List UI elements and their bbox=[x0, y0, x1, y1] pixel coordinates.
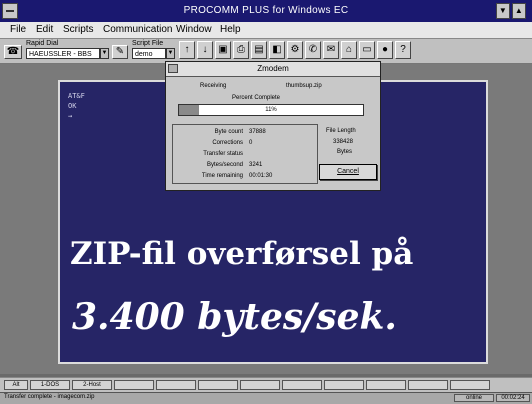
function-key-bar: Alt 1-DOS 2-Host bbox=[0, 377, 532, 392]
status-message: Transfer complete - imagecom.zip bbox=[4, 394, 95, 400]
window-title: PROCOMM PLUS for Windows EC bbox=[183, 5, 349, 16]
menu-file[interactable]: File bbox=[10, 24, 26, 35]
menu-bar: File Edit Scripts Communication Window H… bbox=[0, 22, 532, 39]
clock: 00:02:24 bbox=[496, 394, 530, 402]
fkey-9[interactable] bbox=[366, 380, 406, 390]
host-icon[interactable]: ⌂ bbox=[341, 41, 357, 59]
phone-icon[interactable]: ☎ bbox=[4, 45, 22, 59]
stat-label: Byte count bbox=[214, 129, 243, 135]
chevron-down-icon[interactable]: ▼ bbox=[166, 48, 175, 59]
caption-line-2: 3.400 bytes/sek. bbox=[72, 296, 397, 338]
chevron-down-icon[interactable]: ▼ bbox=[100, 48, 109, 59]
maximize-button[interactable]: ▲ bbox=[512, 3, 526, 19]
stat-label: Time remaining bbox=[201, 173, 243, 179]
file-length-value: 338428 bbox=[333, 139, 354, 145]
fkey-8[interactable] bbox=[324, 380, 364, 390]
stat-value: 00:01:30 bbox=[249, 173, 273, 179]
transfer-mode: Receiving bbox=[200, 83, 227, 89]
file-length-unit: Bytes bbox=[337, 149, 353, 155]
fkey-1[interactable]: 1-DOS bbox=[30, 380, 70, 390]
dialog-system-menu-icon[interactable] bbox=[168, 64, 178, 73]
clipboard-icon[interactable]: ▤ bbox=[251, 41, 267, 59]
progress-bar: 11% bbox=[178, 104, 364, 116]
menu-window[interactable]: Window bbox=[176, 24, 212, 35]
fkey-6[interactable] bbox=[240, 380, 280, 390]
status-bar: Transfer complete - imagecom.zip online … bbox=[0, 392, 532, 404]
minimize-button[interactable]: ▼ bbox=[496, 3, 510, 19]
menu-edit[interactable]: Edit bbox=[36, 24, 53, 35]
dialog-title: Zmodem bbox=[257, 64, 289, 73]
rapid-dial-select[interactable]: HAEUSSLER - BBS bbox=[26, 48, 100, 59]
progress-percent: 11% bbox=[265, 107, 277, 113]
fkey-5[interactable] bbox=[198, 380, 238, 390]
transfer-filename: thumbsup.zip bbox=[286, 83, 322, 89]
rapid-dial-label: Rapid Dial bbox=[26, 40, 59, 47]
fkey-10[interactable] bbox=[408, 380, 448, 390]
send-file-icon[interactable]: ↑ bbox=[179, 41, 195, 59]
chat-icon[interactable]: ✉ bbox=[323, 41, 339, 59]
stat-value: 37888 bbox=[249, 129, 266, 135]
record-icon[interactable]: ● bbox=[377, 41, 393, 59]
percent-complete-label: Percent Complete bbox=[232, 95, 281, 101]
online-indicator: online bbox=[454, 394, 494, 402]
terminal-icon[interactable]: ▭ bbox=[359, 41, 375, 59]
fkey-7[interactable] bbox=[282, 380, 322, 390]
menu-scripts[interactable]: Scripts bbox=[63, 24, 94, 35]
fkey-alt[interactable]: Alt bbox=[4, 380, 28, 390]
help-icon[interactable]: ? bbox=[395, 41, 411, 59]
dialog-title-bar: Zmodem bbox=[166, 62, 380, 77]
stat-label: Transfer status bbox=[203, 151, 243, 157]
system-menu-icon[interactable] bbox=[2, 3, 18, 19]
settings-icon[interactable]: ⚙ bbox=[287, 41, 303, 59]
terminal-line: AT&F bbox=[68, 92, 85, 100]
capture-icon[interactable]: ▣ bbox=[215, 41, 231, 59]
hangup-icon[interactable]: ✆ bbox=[305, 41, 321, 59]
cancel-button[interactable]: Cancel bbox=[319, 164, 377, 180]
terminal-line: OK bbox=[68, 102, 77, 110]
script-run-icon[interactable]: ✎ bbox=[112, 45, 128, 59]
stat-label: Bytes/second bbox=[206, 162, 243, 168]
stats-box: Byte count 37888 Corrections 0 Transfer … bbox=[172, 124, 318, 184]
stat-value: 0 bbox=[249, 140, 253, 146]
receive-file-icon[interactable]: ↓ bbox=[197, 41, 213, 59]
fkey-4[interactable] bbox=[156, 380, 196, 390]
stat-value: 3241 bbox=[249, 162, 263, 168]
fkey-11[interactable] bbox=[450, 380, 490, 390]
title-bar: PROCOMM PLUS for Windows EC ▼ ▲ bbox=[0, 0, 532, 22]
script-file-label: Script File bbox=[132, 40, 164, 47]
printer-icon[interactable]: ⎙ bbox=[233, 41, 249, 59]
menu-communication[interactable]: Communication bbox=[103, 24, 172, 35]
fkey-3[interactable] bbox=[114, 380, 154, 390]
menu-help[interactable]: Help bbox=[220, 24, 241, 35]
terminal-line: → bbox=[68, 112, 73, 120]
meta-keys-icon[interactable]: ◧ bbox=[269, 41, 285, 59]
fkey-2[interactable]: 2-Host bbox=[72, 380, 112, 390]
stat-label: Corrections bbox=[212, 140, 243, 146]
script-file-select[interactable]: demo bbox=[132, 48, 166, 59]
zmodem-dialog: Zmodem Receiving thumbsup.zip Percent Co… bbox=[165, 61, 381, 191]
file-length-label: File Length bbox=[326, 128, 356, 134]
caption-line-1: ZIP-fil overførsel på bbox=[70, 236, 414, 272]
